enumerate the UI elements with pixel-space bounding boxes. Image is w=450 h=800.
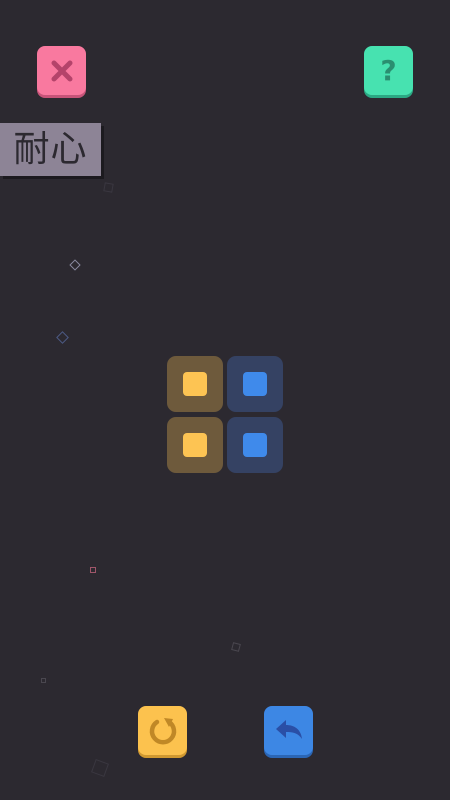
restart-icon [149, 717, 176, 744]
tile-dot [243, 433, 267, 457]
background-particle [69, 259, 81, 271]
tile-blue[interactable] [227, 417, 283, 473]
tile-dot [183, 433, 207, 457]
tile-yellow[interactable] [167, 356, 223, 412]
tile-dot [183, 372, 207, 396]
close-button[interactable] [37, 46, 86, 95]
background-particle [231, 642, 241, 652]
close-icon [51, 60, 72, 81]
tile-yellow[interactable] [167, 417, 223, 473]
background-particle [91, 759, 109, 777]
tile-dot [243, 372, 267, 396]
undo-button[interactable] [264, 706, 313, 755]
help-icon: ? [380, 53, 397, 87]
level-name: 耐心 [0, 123, 101, 176]
background-particle [90, 567, 96, 573]
background-particle [103, 182, 114, 193]
background-particle [56, 331, 69, 344]
restart-button[interactable] [138, 706, 187, 755]
background-particle [41, 678, 46, 683]
undo-icon [275, 719, 302, 739]
help-button[interactable]: ? [364, 46, 413, 95]
tile-blue[interactable] [227, 356, 283, 412]
